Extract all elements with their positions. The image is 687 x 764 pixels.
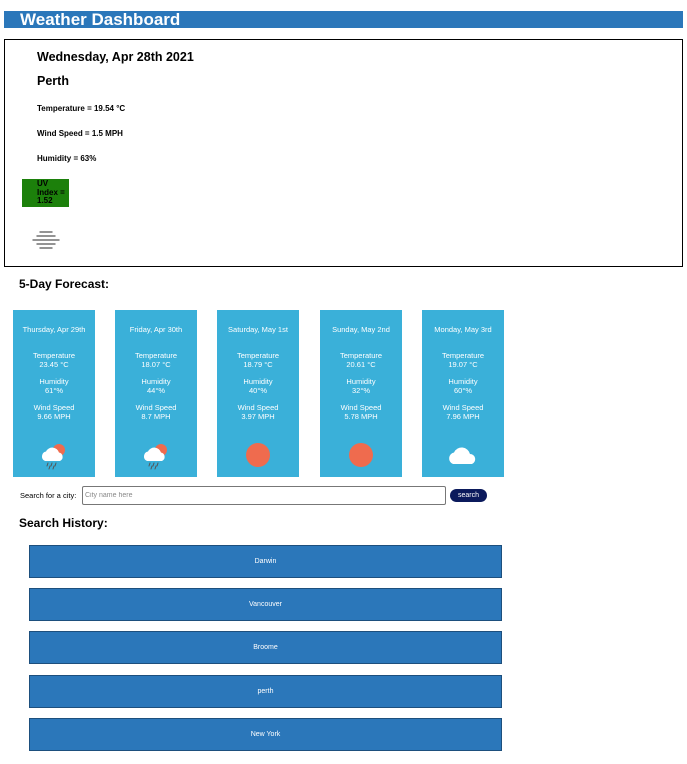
search-label: Search for a city: bbox=[20, 491, 77, 500]
sun-icon bbox=[242, 440, 274, 470]
forecast-wind: 8.7 MPH bbox=[141, 411, 171, 421]
forecast-temperature: 23.45 °C bbox=[39, 359, 69, 369]
forecast-card: Saturday, May 1st Temperature 18.79 °C Humi… bbox=[217, 310, 299, 477]
current-temperature: Temperature = 19.54 °C bbox=[37, 104, 126, 113]
sun-icon bbox=[345, 440, 377, 470]
rain-cloud-sun-icon bbox=[38, 440, 70, 470]
search-history-title: Search History: bbox=[19, 516, 108, 530]
history-item-button[interactable]: Darwin bbox=[29, 545, 502, 578]
forecast-title: 5-Day Forecast: bbox=[19, 277, 110, 291]
forecast-temperature: 19.07 °C bbox=[448, 359, 478, 369]
history-item-button[interactable]: perth bbox=[29, 675, 502, 708]
forecast-wind: 7.96 MPH bbox=[446, 411, 480, 421]
forecast-date: Saturday, May 1st bbox=[228, 325, 288, 334]
forecast-temperature: 18.79 °C bbox=[243, 359, 273, 369]
forecast-card: Sunday, May 2nd Temperature 20.61 °C Humidi… bbox=[320, 310, 402, 477]
forecast-humidity: 61°% bbox=[44, 385, 63, 395]
current-weather-panel: Wednesday, Apr 28th 2021 Perth Temperatu… bbox=[4, 39, 683, 267]
history-item-button[interactable]: Broome bbox=[29, 631, 502, 664]
forecast-wind: 3.97 MPH bbox=[241, 411, 275, 421]
forecast-date: Sunday, May 2nd bbox=[332, 325, 390, 334]
forecast-wind: 9.66 MPH bbox=[37, 411, 71, 421]
current-humidity: Humidity = 63% bbox=[37, 154, 97, 163]
forecast-wind: 5.78 MPH bbox=[344, 411, 378, 421]
search-button[interactable]: search bbox=[450, 489, 487, 502]
forecast-date: Monday, May 3rd bbox=[434, 325, 492, 334]
forecast-date: Friday, Apr 30th bbox=[129, 325, 183, 334]
page-title: Weather Dashboard bbox=[20, 10, 181, 29]
forecast-temperature: 18.07 °C bbox=[141, 359, 171, 369]
cloud-icon bbox=[447, 440, 479, 470]
forecast-humidity: 40°% bbox=[248, 385, 267, 395]
forecast-humidity: 60°% bbox=[453, 385, 472, 395]
city-search-input[interactable] bbox=[82, 486, 446, 505]
forecast-date: Thursday, Apr 29th bbox=[22, 325, 86, 334]
forecast-card: Thursday, Apr 29th Temperature 23.45 °C Hum… bbox=[13, 310, 95, 477]
current-city: Perth bbox=[37, 74, 69, 88]
forecast-card: Friday, Apr 30th Temperature 18.07 °C Humid… bbox=[115, 310, 197, 477]
forecast-temperature: 20.61 °C bbox=[346, 359, 376, 369]
forecast-humidity: 32°% bbox=[351, 385, 370, 395]
page-header: Weather Dashboard bbox=[4, 11, 683, 28]
current-date: Wednesday, Apr 28th 2021 bbox=[37, 50, 194, 64]
forecast-humidity: 44°% bbox=[146, 385, 165, 395]
history-item-button[interactable]: New York bbox=[29, 718, 502, 751]
mist-icon bbox=[32, 231, 60, 249]
forecast-card: Monday, May 3rd Temperature 19.07 °C Humidi… bbox=[422, 310, 504, 477]
uv-index-badge: UV Index = 1.52 bbox=[22, 179, 69, 207]
current-wind-speed: Wind Speed = 1.5 MPH bbox=[37, 129, 123, 138]
rain-cloud-sun-icon bbox=[140, 440, 172, 470]
history-item-button[interactable]: Vancouver bbox=[29, 588, 502, 621]
